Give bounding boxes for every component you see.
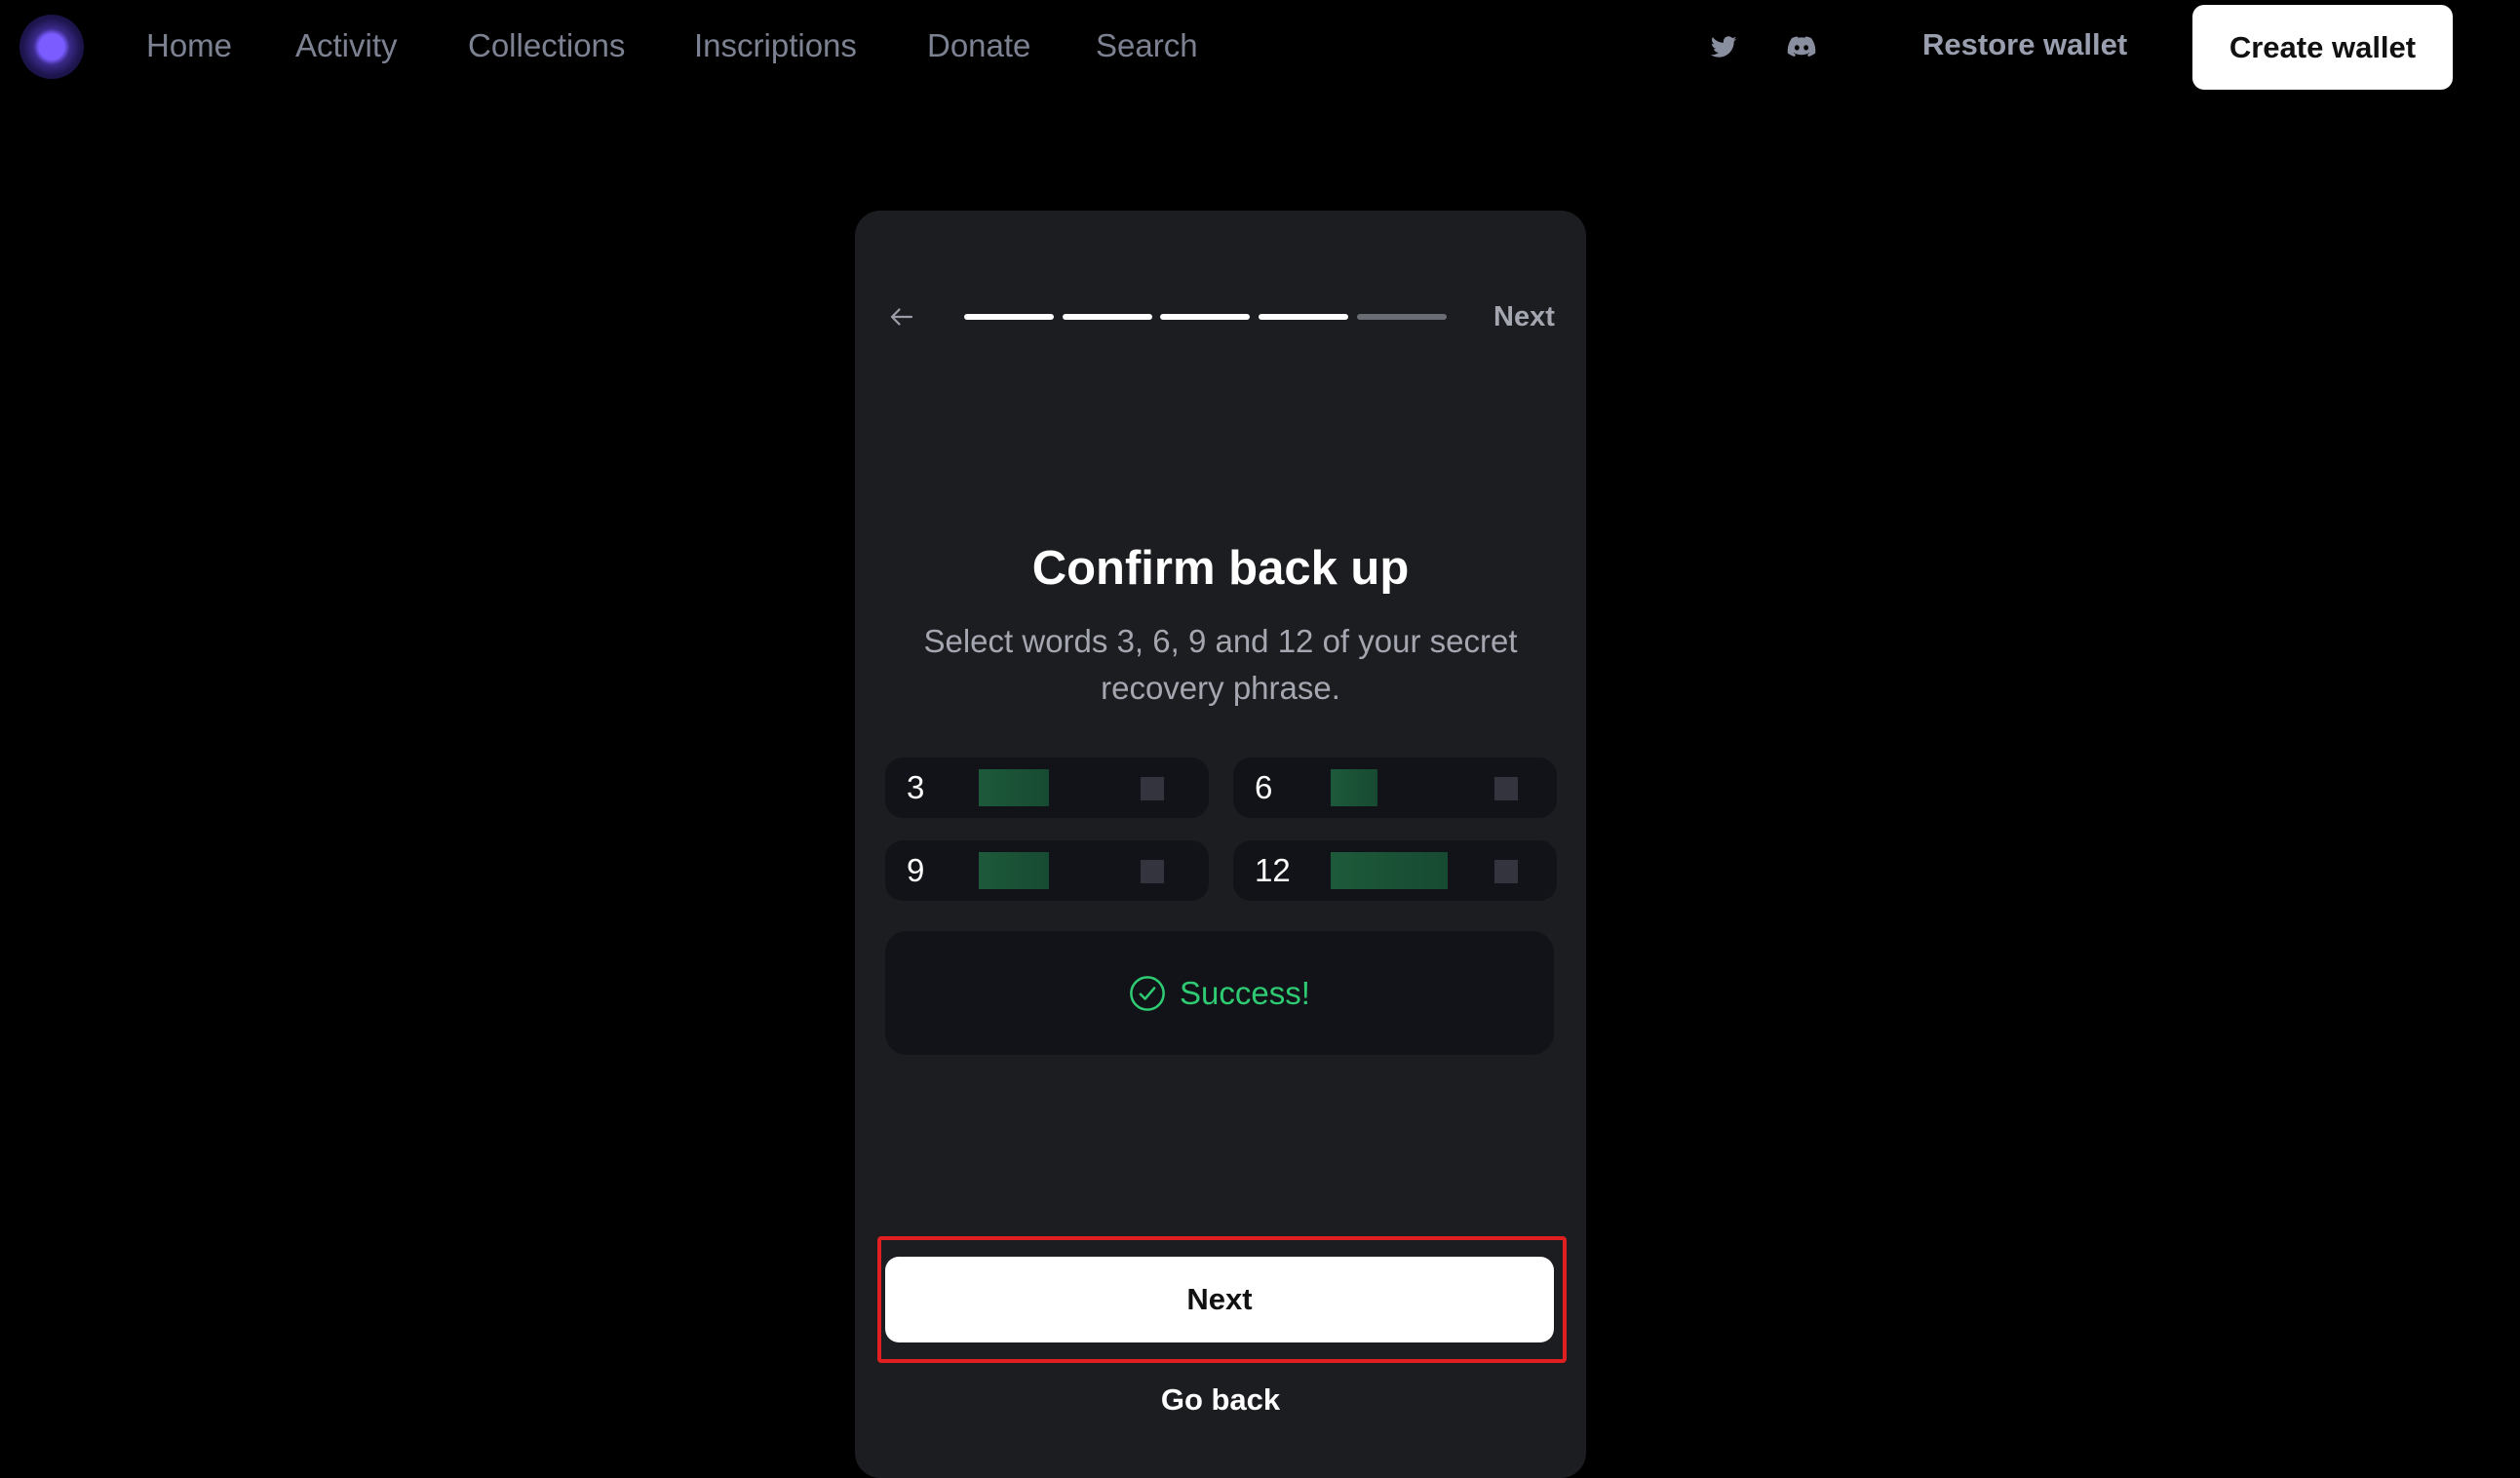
word-index: 12 — [1255, 852, 1291, 888]
progress-step — [1063, 314, 1152, 320]
word-slot[interactable]: 3 — [885, 758, 1209, 818]
word-index: 3 — [907, 769, 925, 805]
word-index: 9 — [907, 852, 925, 888]
progress-step — [1357, 314, 1447, 320]
success-text: Success! — [1180, 974, 1310, 1011]
discord-icon[interactable] — [1786, 31, 1817, 62]
page-title: Confirm back up — [1031, 542, 1410, 595]
progress-step — [1259, 314, 1348, 320]
subtitle: Select words 3, 6, 9 and 12 of your secr… — [923, 623, 1518, 706]
create-wallet-button[interactable]: Create wallet — [2192, 5, 2453, 90]
nav-search[interactable]: Search — [1096, 27, 1198, 64]
word-slot[interactable]: 6 — [1233, 758, 1557, 818]
nav-inscriptions[interactable]: Inscriptions — [694, 27, 857, 64]
next-link[interactable]: Next — [1493, 301, 1555, 333]
redacted-word — [979, 852, 1049, 889]
word-slot[interactable]: 12 — [1233, 840, 1557, 901]
restore-wallet-link[interactable]: Restore wallet — [1922, 27, 2127, 62]
nav-donate[interactable]: Donate — [927, 27, 1030, 64]
nav-home[interactable]: Home — [146, 27, 232, 64]
success-message: Success! — [885, 931, 1554, 1055]
arrow-left-icon[interactable] — [885, 302, 918, 331]
check-circle-icon — [1130, 975, 1165, 1011]
word-index: 6 — [1255, 769, 1273, 805]
logo[interactable] — [19, 15, 84, 79]
nav-activity[interactable]: Activity — [295, 27, 398, 64]
redacted-mark — [1141, 860, 1164, 883]
redacted-word — [979, 769, 1049, 806]
nav-collections[interactable]: Collections — [468, 27, 625, 64]
redacted-mark — [1141, 777, 1164, 800]
redacted-mark — [1494, 777, 1518, 800]
redacted-word — [1331, 852, 1448, 889]
twitter-icon[interactable] — [1708, 31, 1739, 62]
progress-step — [964, 314, 1054, 320]
redacted-mark — [1494, 860, 1518, 883]
go-back-link[interactable]: Go back — [855, 1382, 1586, 1418]
redacted-word — [1331, 769, 1377, 806]
word-slot[interactable]: 9 — [885, 840, 1209, 901]
next-button[interactable]: Next — [885, 1257, 1554, 1342]
progress-step — [1160, 314, 1250, 320]
